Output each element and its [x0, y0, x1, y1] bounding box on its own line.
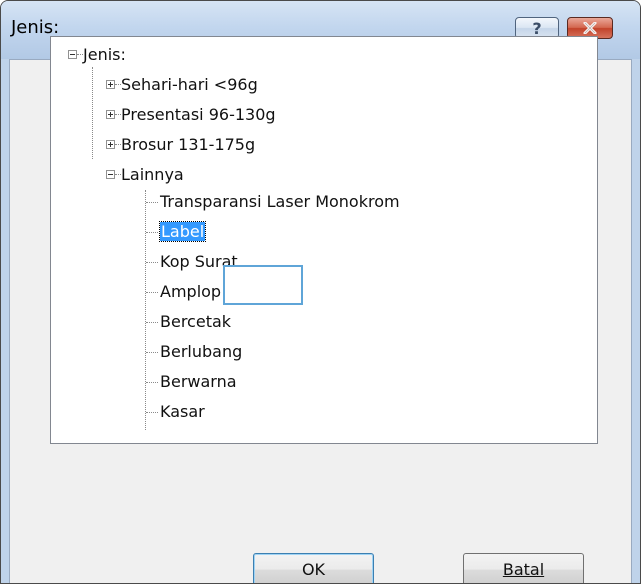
- tree-item-sehari-hari[interactable]: Sehari-hari <96g: [121, 75, 258, 94]
- selection-highlight-box: [223, 265, 303, 305]
- tree-item-brosur[interactable]: Brosur 131-175g: [121, 135, 255, 154]
- expand-icon[interactable]: [106, 140, 115, 149]
- paper-type-tree[interactable]: Jenis: Sehari-hari <96g Presentasi 96-13…: [50, 36, 598, 444]
- tree-connector: [146, 232, 158, 233]
- tree-item-berwarna[interactable]: Berwarna: [160, 372, 237, 391]
- tree-guide-line: [145, 190, 146, 430]
- cancel-button-label: Batal: [502, 560, 545, 579]
- close-icon: [583, 22, 597, 34]
- cancel-button[interactable]: Batal: [463, 553, 584, 583]
- tree-connector: [146, 292, 158, 293]
- tree-connector: [146, 412, 158, 413]
- help-icon: ?: [532, 18, 542, 38]
- tree-connector: [146, 352, 158, 353]
- expand-icon[interactable]: [106, 110, 115, 119]
- tree-item-kasar[interactable]: Kasar: [160, 402, 205, 421]
- collapse-icon[interactable]: [106, 170, 115, 179]
- dialog-window: Jenis: ? Jenis: Sehari-hari <96g Present…: [0, 0, 641, 584]
- dialog-title: Jenis:: [11, 17, 60, 38]
- tree-item-presentasi[interactable]: Presentasi 96-130g: [121, 105, 276, 124]
- tree-item-transparansi[interactable]: Transparansi Laser Monokrom: [160, 192, 400, 211]
- tree-item-bercetak[interactable]: Bercetak: [160, 312, 231, 331]
- tree-item-berlubang[interactable]: Berlubang: [160, 342, 242, 361]
- tree-guide-line: [92, 67, 93, 159]
- tree-connector: [146, 322, 158, 323]
- tree-item-amplop[interactable]: Amplop: [160, 282, 221, 301]
- tree-connector: [146, 202, 158, 203]
- tree-connector: [146, 382, 158, 383]
- expand-icon[interactable]: [106, 80, 115, 89]
- tree-item-lainnya[interactable]: Lainnya: [121, 165, 184, 184]
- tree-root-label[interactable]: Jenis:: [83, 45, 126, 64]
- tree-item-label-selected[interactable]: Label: [158, 221, 207, 242]
- tree-connector: [146, 262, 158, 263]
- collapse-icon[interactable]: [68, 50, 77, 59]
- ok-button[interactable]: OK: [253, 553, 374, 583]
